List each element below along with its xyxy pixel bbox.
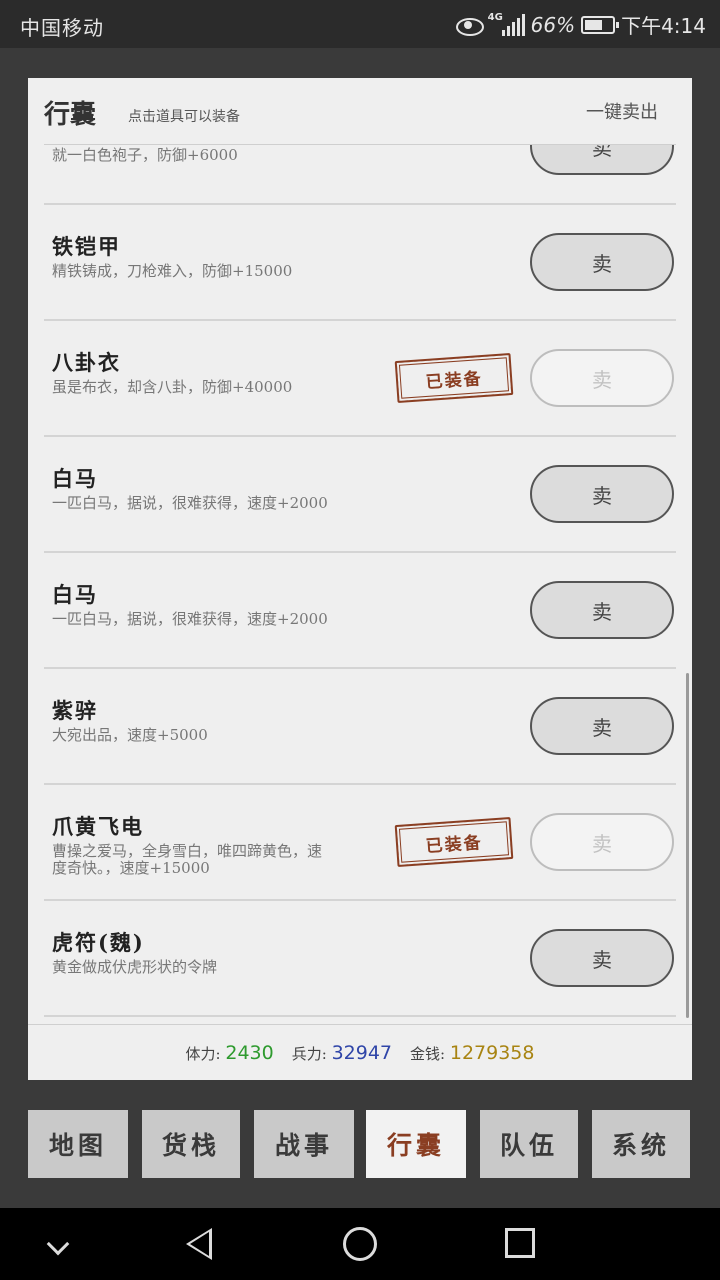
list-item[interactable]: 铁铠甲精铁铸成，刀枪难入，防御+15000 卖: [44, 205, 676, 321]
clock: 下午4:14: [621, 14, 706, 38]
list-item[interactable]: 紫骍大宛出品，速度+5000 卖: [44, 669, 676, 785]
back-icon[interactable]: [186, 1228, 212, 1260]
troops-label: 兵力:: [291, 1044, 327, 1063]
tab-system[interactable]: 系统: [592, 1110, 690, 1178]
equipped-stamp: 已装备: [394, 353, 514, 403]
stamina-stat: 体力: 2430: [186, 1042, 274, 1064]
list-item[interactable]: 就一白色袍子，防御+6000 卖: [44, 145, 676, 205]
tab-shop[interactable]: 货栈: [142, 1110, 240, 1178]
money-stat: 金钱: 1279358: [410, 1042, 534, 1064]
troops-value: 32947: [331, 1041, 393, 1064]
item-description: 大宛出品，速度+5000: [52, 726, 208, 744]
item-name: 铁铠甲: [52, 234, 121, 259]
sell-all-button[interactable]: 一键卖出: [586, 98, 658, 124]
tab-inventory[interactable]: 行囊: [366, 1110, 466, 1178]
item-name: 白马: [52, 582, 98, 607]
list-item[interactable]: 爪黄飞电曹操之爱马，全身雪白，唯四蹄黄色，速度奇快。，速度+15000 已装备卖: [44, 785, 676, 901]
money-label: 金钱:: [410, 1044, 446, 1063]
item-description: 黄金做成伏虎形状的令牌: [52, 958, 218, 976]
sell-button[interactable]: 卖: [530, 145, 674, 175]
panel-header: 行囊 点击道具可以装备 一键卖出: [28, 78, 692, 144]
sell-button[interactable]: 卖: [530, 929, 674, 987]
tab-battle[interactable]: 战事: [254, 1110, 354, 1178]
item-description: 曹操之爱马，全身雪白，唯四蹄黄色，速度奇快。，速度+15000: [52, 842, 323, 877]
sell-button: 卖: [530, 813, 674, 871]
item-description: 虽是布衣，却含八卦，防御+40000: [52, 378, 293, 396]
battery-percent: 66%: [530, 12, 576, 37]
network-type: 4G: [487, 11, 503, 23]
sell-button[interactable]: 卖: [530, 233, 674, 291]
item-name: 紫骍: [52, 698, 98, 723]
item-list[interactable]: 就一白色袍子，防御+6000 卖铁铠甲 精铁铸成，刀枪难入，防御+15000 卖八卦衣…: [44, 144, 676, 1024]
tab-map[interactable]: 地图: [28, 1110, 128, 1178]
chevron-down-icon[interactable]: [46, 1232, 70, 1256]
list-item[interactable]: 虎符(魏) 黄金做成伏虎形状的令牌 卖: [44, 901, 676, 1017]
stamina-label: 体力:: [185, 1044, 221, 1063]
list-item[interactable]: 八卦衣虽是布衣，却含八卦，防御+40000 已装备卖: [44, 321, 676, 437]
home-icon[interactable]: [343, 1227, 377, 1261]
item-description: 一匹白马，据说，很难获得，速度+2000: [52, 494, 328, 512]
bottom-tabs: 地图 货栈 战事 行囊 队伍 系统: [28, 1110, 692, 1178]
navigation-bar: [0, 1208, 720, 1280]
status-bar: 中国移动 4G 66% 下午4:14: [0, 0, 720, 48]
scrollbar[interactable]: [686, 673, 689, 1018]
money-value: 1279358: [449, 1041, 535, 1064]
item-name: 虎符(魏): [52, 930, 145, 955]
item-description: 精铁铸成，刀枪难入，防御+15000: [52, 262, 293, 280]
status-icons: 4G 66% 下午4:14: [455, 10, 706, 39]
sell-button[interactable]: 卖: [530, 465, 674, 523]
battery-icon: [581, 15, 620, 34]
sell-button: 卖: [530, 349, 674, 407]
signal-icon: 4G: [487, 11, 525, 36]
eye-comfort-icon: [455, 16, 484, 36]
tab-team[interactable]: 队伍: [480, 1110, 578, 1178]
list-item[interactable]: 白马一匹白马，据说，很难获得，速度+2000 卖: [44, 437, 676, 553]
sell-button[interactable]: 卖: [530, 697, 674, 755]
item-name: 八卦衣: [52, 350, 121, 375]
recent-apps-icon[interactable]: [505, 1228, 535, 1258]
page-title: 行囊: [44, 100, 97, 130]
sell-button[interactable]: 卖: [530, 581, 674, 639]
carrier-name: 中国移动: [20, 16, 104, 40]
item-description: 一匹白马，据说，很难获得，速度+2000: [52, 610, 328, 628]
inventory-panel: 行囊 点击道具可以装备 一键卖出 就一白色袍子，防御+6000 卖铁铠甲 精铁铸成，…: [28, 78, 692, 1080]
troops-stat: 兵力: 32947: [292, 1042, 392, 1064]
item-description: 就一白色袍子，防御+6000: [52, 146, 238, 164]
panel-hint: 点击道具可以装备: [128, 109, 240, 125]
list-item[interactable]: 白马一匹白马，据说，很难获得，速度+2000 卖: [44, 553, 676, 669]
stats-bar: 体力: 2430 兵力: 32947 金钱: 1279358: [28, 1024, 692, 1080]
item-name: 爪黄飞电: [52, 814, 144, 839]
equipped-stamp: 已装备: [394, 817, 514, 867]
stamina-value: 2430: [225, 1041, 274, 1064]
item-name: 白马: [52, 466, 98, 491]
